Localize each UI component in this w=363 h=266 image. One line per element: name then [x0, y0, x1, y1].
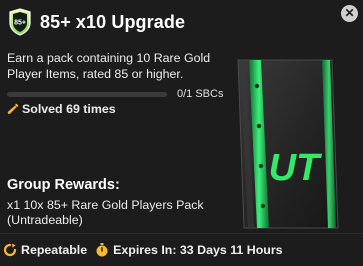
wrench-icon	[7, 103, 19, 114]
rewards-description: x1 10x 85+ Rare Gold Players Pack (Untra…	[7, 198, 204, 227]
card-footer: Repeatable Expires In: 33 Days 11 Hours	[3, 241, 291, 259]
solved-label: Solved 69 times	[22, 102, 116, 116]
solved-count: Solved 69 times	[7, 102, 116, 116]
rewards-title: Group Rewards:	[7, 177, 120, 193]
pack-logo-text: UT	[269, 147, 322, 189]
sbc-card: 85+ 85+ x10 Upgrade ✕ Earn a pack contai…	[0, 0, 363, 266]
expiry-status: Expires In: 33 Days 11 Hours	[95, 243, 283, 257]
close-icon: ✕	[344, 6, 355, 20]
progress-label: 0/1 SBCs	[177, 88, 224, 100]
card-header: 85+ 85+ x10 Upgrade ✕	[0, 0, 363, 44]
repeatable-status: Repeatable	[3, 243, 87, 257]
progress-bar	[7, 92, 167, 97]
footer-divider	[0, 233, 363, 234]
expires-label: Expires In: 33 Days 11 Hours	[113, 243, 283, 257]
stopwatch-icon	[96, 243, 108, 257]
badge-icon: 85+	[9, 8, 31, 36]
repeatable-label: Repeatable	[21, 243, 88, 257]
repeat-icon	[3, 243, 17, 257]
close-button[interactable]: ✕	[341, 5, 358, 22]
pack-image: UT	[237, 59, 339, 229]
badge-text: 85+	[14, 20, 26, 27]
page-title: 85+ x10 Upgrade	[40, 12, 186, 32]
challenge-description: Earn a pack containing 10 Rare Gold Play…	[7, 51, 211, 81]
